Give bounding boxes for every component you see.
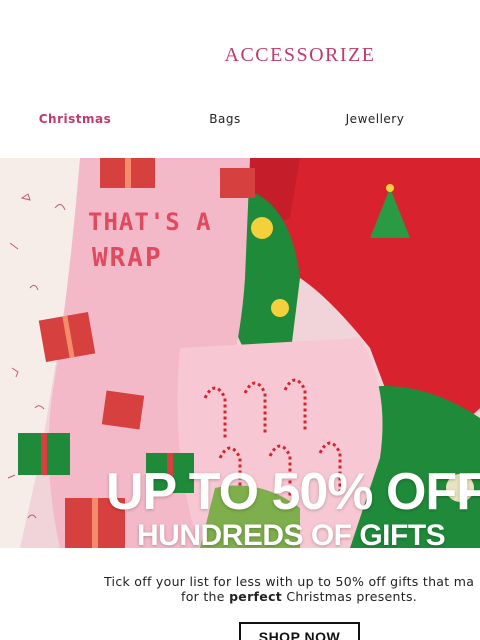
promo-line-2: for the perfect Christmas presents. — [96, 589, 480, 604]
svg-text:THAT'S A: THAT'S A — [88, 208, 212, 236]
promo-line-1: Tick off your list for less with up to 5… — [104, 574, 475, 589]
nav-item-jewellery[interactable]: Jewellery — [305, 111, 445, 127]
promo-line-2-bold: perfect — [229, 589, 283, 604]
svg-text:WRAP: WRAP — [92, 243, 163, 273]
promo-copy: Tick off your list for less with up to 5… — [96, 574, 480, 604]
brand-logo[interactable]: ACCESSORIZE — [0, 44, 480, 67]
shop-now-button[interactable]: SHOP NOW — [239, 622, 360, 640]
main-nav: Christmas Bags Jewellery — [0, 111, 480, 129]
hero-title: UP TO 50% OFF — [106, 463, 480, 521]
promo-line-2-post: Christmas presents. — [282, 589, 418, 604]
hero-subtitle: HUNDREDS OF GIFTS — [137, 519, 446, 548]
promo-line-2-pre: for the — [181, 589, 230, 604]
hero-banner[interactable]: THAT'S A WRAP UP TO 50% OFF HUNDREDS OF … — [0, 158, 480, 548]
nav-item-christmas[interactable]: Christmas — [5, 111, 145, 127]
nav-item-bags[interactable]: Bags — [155, 111, 295, 127]
